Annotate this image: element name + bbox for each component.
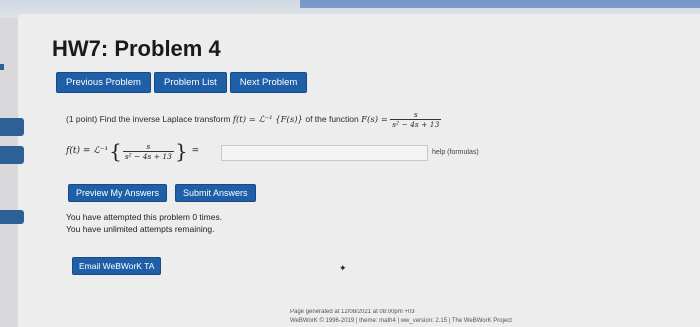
answer-actions: Preview My Answers Submit Answers	[68, 184, 256, 202]
footer-credits-text: WeBWorK © 1996-2019 | theme: math4 | ww_…	[290, 318, 512, 324]
statement-text: Find the inverse Laplace transform	[99, 113, 231, 124]
preview-answers-button[interactable]: Preview My Answers	[68, 184, 168, 202]
attempts-info: You have attempted this problem 0 times.…	[66, 211, 222, 235]
page-footer: Page generated at 12/08/2021 at 08:00pm …	[290, 308, 512, 326]
fraction-numerator: s	[413, 110, 418, 119]
function-lhs: F(s) =	[361, 114, 388, 125]
sidebar-edge-marker	[0, 64, 4, 70]
attempts-count-text: You have attempted this problem 0 times.	[66, 212, 223, 222]
answer-lhs: f(t) = ℒ⁻¹	[66, 146, 109, 156]
points-label: (1 point)	[66, 113, 98, 124]
answer-expression: f(t) = ℒ⁻¹ { s s² − 4s + 13 } =	[66, 141, 199, 161]
answer-equals: =	[191, 146, 200, 156]
transform-expression: f(t) = ℒ⁻¹ {F(s)}	[232, 114, 303, 125]
answer-input[interactable]	[221, 145, 428, 161]
sidebar-tab[interactable]	[0, 210, 24, 224]
right-brace-glyph: }	[174, 139, 188, 163]
left-brace-glyph: {	[109, 139, 122, 163]
fraction-denominator: s² − 4s + 13	[390, 119, 442, 129]
footer-generated-text: Page generated at 12/08/2021 at 08:00pm …	[290, 309, 415, 315]
answer-fraction-numerator: s	[146, 141, 151, 151]
page-title: HW7: Problem 4	[52, 36, 221, 61]
mouse-cursor-icon: ✦	[339, 263, 347, 273]
of-function-text: of the function	[305, 113, 359, 124]
problem-list-button[interactable]: Problem List	[153, 72, 227, 93]
email-section: Email WeBWorK TA	[72, 257, 162, 275]
sidebar-tab[interactable]	[0, 146, 24, 164]
attempts-remaining-text: You have unlimited attempts remaining.	[66, 224, 215, 234]
next-problem-button[interactable]: Next Problem	[229, 72, 308, 93]
function-fraction: s s² − 4s + 13	[390, 110, 442, 129]
answer-fraction: s s² − 4s + 13	[122, 141, 174, 161]
answer-fraction-denominator: s² − 4s + 13	[122, 150, 174, 161]
problem-nav: Previous Problem Problem List Next Probl…	[56, 72, 308, 93]
email-ta-button[interactable]: Email WeBWorK TA	[72, 257, 162, 275]
sidebar-tab[interactable]	[0, 118, 24, 136]
help-formulas-link[interactable]: help (formulas)	[432, 149, 479, 156]
top-accent-strip	[300, 0, 700, 8]
problem-statement: (1 point) Find the inverse Laplace trans…	[66, 110, 442, 129]
previous-problem-button[interactable]: Previous Problem	[56, 72, 151, 93]
submit-answers-button[interactable]: Submit Answers	[175, 184, 256, 202]
